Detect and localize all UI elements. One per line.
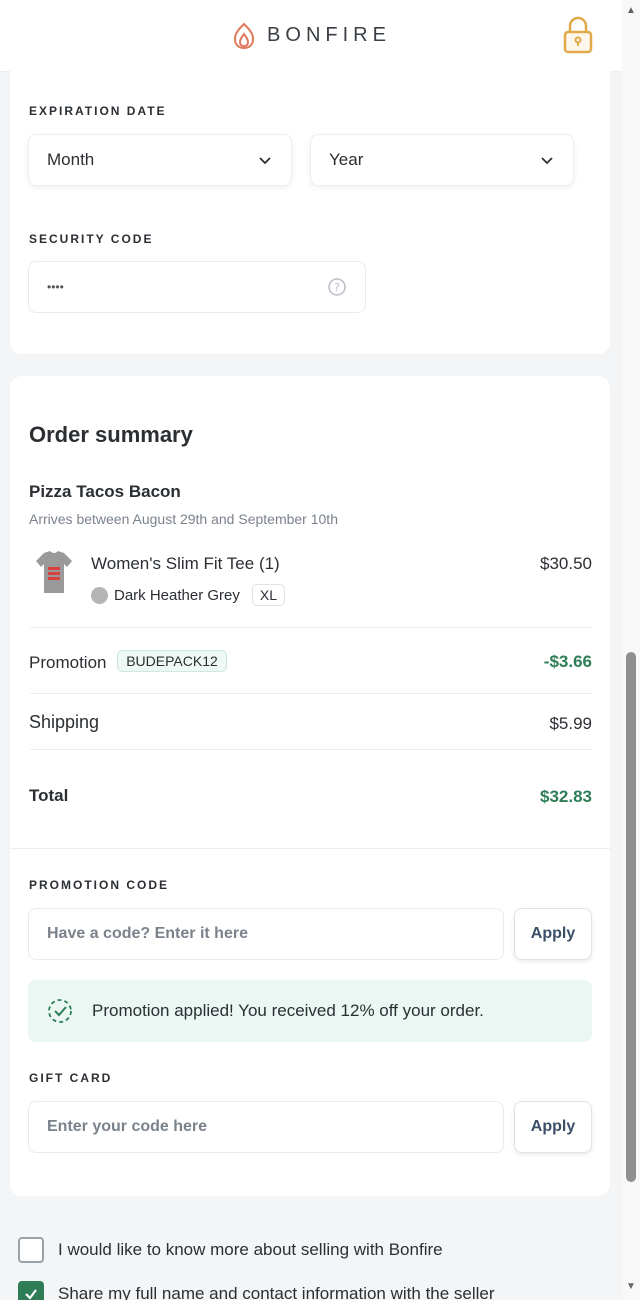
promotion-code-chip: BUDEPACK12 xyxy=(117,650,227,672)
header: BONFIRE xyxy=(0,0,622,72)
check-circle-icon xyxy=(48,999,72,1023)
promotion-notice-text: Promotion applied! You received 12% off … xyxy=(92,1001,484,1020)
brand-name: BONFIRE xyxy=(267,24,391,46)
share-info-checkbox[interactable] xyxy=(18,1281,44,1300)
checkmark-icon xyxy=(25,1289,37,1300)
scroll-up-arrow-icon[interactable]: ▲ xyxy=(626,6,636,16)
chevron-down-icon xyxy=(259,157,271,165)
promotion-amount: -$3.66 xyxy=(543,652,592,671)
order-summary-title: Order summary xyxy=(29,422,193,447)
expiration-year-select[interactable]: Year xyxy=(310,134,574,186)
selling-info-option[interactable]: I would like to know more about selling … xyxy=(18,1237,443,1263)
gift-card-label: GIFT CARD xyxy=(29,1071,113,1085)
chevron-down-icon xyxy=(541,157,553,165)
promotion-code-label: PROMOTION CODE xyxy=(29,878,170,892)
item-price: $30.50 xyxy=(540,554,592,573)
brand-logo[interactable]: BONFIRE xyxy=(231,22,391,50)
scroll-thumb[interactable] xyxy=(626,652,636,1182)
expiration-date-label: EXPIRATION DATE xyxy=(29,104,167,118)
scrollbar[interactable]: ▲ ▼ xyxy=(622,0,640,1300)
item-name: Women's Slim Fit Tee (1) xyxy=(91,554,280,573)
size-chip: XL xyxy=(251,584,285,606)
total-amount: $32.83 xyxy=(540,787,592,806)
year-value: Year xyxy=(329,150,364,169)
security-code-label: SECURITY CODE xyxy=(29,232,154,246)
divider xyxy=(30,627,592,628)
promotion-code-placeholder: Have a code? Enter it here xyxy=(47,925,248,942)
apply-gift-card-button[interactable]: Apply xyxy=(514,1101,592,1153)
share-info-label: Share my full name and contact informati… xyxy=(58,1284,495,1300)
promotion-applied-notice: Promotion applied! You received 12% off … xyxy=(28,980,592,1042)
expiration-month-select[interactable]: Month xyxy=(28,134,292,186)
share-info-option[interactable]: Share my full name and contact informati… xyxy=(18,1281,495,1300)
help-icon[interactable]: ? xyxy=(327,277,347,297)
promotion-label: Promotion xyxy=(29,653,107,672)
color-swatch xyxy=(91,586,108,604)
order-summary-card: Order summary Pizza Tacos Bacon Arrives … xyxy=(10,376,610,1196)
arrival-text: Arrives between August 29th and Septembe… xyxy=(29,511,338,527)
gift-card-placeholder: Enter your code here xyxy=(47,1118,208,1135)
scroll-down-arrow-icon[interactable]: ▼ xyxy=(626,1282,636,1292)
campaign-name: Pizza Tacos Bacon xyxy=(29,482,181,501)
total-label: Total xyxy=(29,786,69,805)
payment-card: EXPIRATION DATE Month Year SECURITY CODE… xyxy=(10,64,610,354)
item-color: Dark Heather Grey xyxy=(114,586,240,604)
security-code-value: •••• xyxy=(47,280,64,294)
selling-info-checkbox[interactable] xyxy=(18,1237,44,1263)
promotion-row: Promotion BUDEPACK12 xyxy=(29,650,227,673)
item-variant: Dark Heather Grey XL xyxy=(91,584,285,606)
tshirt-thumbnail xyxy=(36,551,72,593)
flame-logo-icon xyxy=(234,22,255,49)
month-value: Month xyxy=(47,150,95,169)
promotion-code-input[interactable]: Have a code? Enter it here xyxy=(28,908,504,960)
selling-info-label: I would like to know more about selling … xyxy=(58,1240,443,1259)
shipping-label: Shipping xyxy=(29,712,100,732)
svg-text:?: ? xyxy=(334,281,340,294)
lock-icon xyxy=(563,16,593,54)
apply-promotion-button[interactable]: Apply xyxy=(514,908,592,960)
divider xyxy=(30,693,592,694)
gift-card-input[interactable]: Enter your code here xyxy=(28,1101,504,1153)
shipping-amount: $5.99 xyxy=(549,714,592,733)
divider xyxy=(30,749,592,750)
security-code-input[interactable]: •••• ? xyxy=(28,261,366,313)
section-divider xyxy=(10,848,610,849)
